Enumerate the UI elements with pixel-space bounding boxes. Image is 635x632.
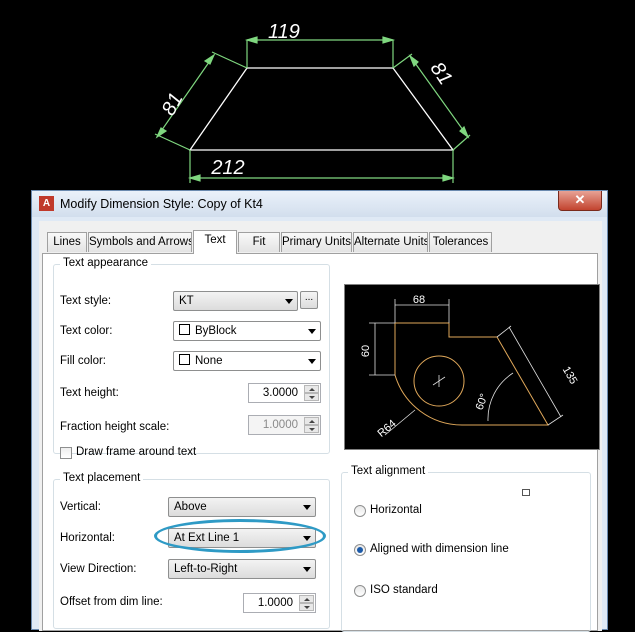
radio-iso-standard[interactable] [354, 585, 366, 597]
text-tab-panel: Text appearance Text style: KT ... Text … [42, 253, 600, 632]
spin-down-icon[interactable] [304, 425, 319, 433]
offset-value: 1.0000 [257, 597, 293, 609]
dim-text-top: 119 [268, 21, 300, 43]
vertical-value: Above [174, 501, 207, 513]
chevron-down-icon [285, 299, 293, 304]
horizontal-select-highlight-annotation [154, 519, 326, 553]
offset-spinner[interactable]: 1.0000 [243, 593, 316, 613]
draw-frame-checkbox[interactable] [60, 447, 72, 459]
restore-icon [522, 489, 530, 496]
vertical-select[interactable]: Above [168, 497, 316, 517]
chevron-down-icon [303, 505, 311, 510]
chevron-down-icon [308, 359, 316, 364]
trapezoid-outline [188, 67, 455, 151]
dialog-title: Modify Dimension Style: Copy of Kt4 [60, 197, 263, 211]
preview-dim-135: 135 [560, 365, 580, 387]
view-direction-select[interactable]: Left-to-Right [168, 559, 316, 579]
text-color-select[interactable]: ByBlock [173, 321, 321, 341]
text-style-value: KT [179, 295, 194, 307]
preview-pane: 68 60 135 60° R64 [344, 284, 600, 450]
tab-alternate-units[interactable]: Alternate Units [353, 232, 428, 252]
preview-dim-60-degrees: 60° [474, 392, 491, 412]
text-height-label: Text height: [60, 387, 119, 399]
spin-up-icon[interactable] [304, 417, 319, 425]
radio-iso-label: ISO standard [370, 584, 438, 596]
text-height-value: 3.0000 [262, 387, 298, 399]
fraction-height-scale-label: Fraction height scale: [60, 421, 170, 433]
modify-dimension-style-dialog: A Modify Dimension Style: Copy of Kt4 ✕ … [31, 190, 608, 632]
text-placement-title: Text placement [60, 472, 144, 484]
chevron-down-icon [308, 329, 316, 334]
radio-aligned-label: Aligned with dimension line [370, 543, 509, 555]
offset-label: Offset from dim line: [60, 596, 163, 608]
text-color-label: Text color: [60, 325, 113, 337]
text-color-value: ByBlock [195, 325, 237, 337]
chevron-down-icon [303, 567, 311, 572]
title-bar[interactable]: A Modify Dimension Style: Copy of Kt4 ✕ [32, 191, 607, 217]
cad-drawing: 119 81 81 212 [154, 21, 471, 183]
tab-fit[interactable]: Fit [238, 232, 280, 252]
autocad-app-icon: A [39, 196, 54, 211]
radio-aligned-with-dimension-line[interactable] [354, 544, 366, 556]
text-alignment-title: Text alignment [348, 465, 429, 477]
spin-down-icon[interactable] [299, 603, 314, 611]
horizontal-label: Horizontal: [60, 532, 115, 544]
close-button[interactable]: ✕ [558, 191, 602, 211]
tab-lines[interactable]: Lines [47, 232, 87, 252]
spin-up-icon[interactable] [304, 385, 319, 393]
preview-dim-68: 68 [413, 294, 425, 306]
radio-horizontal-label: Horizontal [370, 504, 422, 516]
fill-color-select[interactable]: None [173, 351, 321, 371]
fill-color-value: None [195, 355, 223, 367]
text-style-browse-button[interactable]: ... [300, 291, 318, 309]
tab-tolerances[interactable]: Tolerances [429, 232, 492, 252]
tab-text[interactable]: Text [193, 230, 237, 254]
fraction-height-scale-value: 1.0000 [262, 419, 298, 431]
radio-horizontal[interactable] [354, 505, 366, 517]
view-direction-label: View Direction: [60, 563, 137, 575]
color-swatch-icon [179, 324, 190, 335]
dim-text-left: 81 [158, 89, 188, 119]
text-style-select[interactable]: KT [173, 291, 298, 311]
spin-up-icon[interactable] [299, 595, 314, 603]
tab-symbols-and-arrows[interactable]: Symbols and Arrows [88, 232, 192, 252]
fill-color-label: Fill color: [60, 355, 107, 367]
fraction-height-scale-spinner[interactable]: 1.0000 [248, 415, 321, 435]
dim-text-bottom: 212 [210, 157, 244, 179]
draw-frame-label: Draw frame around text [76, 446, 197, 458]
preview-dim-60: 60 [360, 345, 372, 357]
color-swatch-icon [179, 354, 190, 365]
text-appearance-title: Text appearance [60, 257, 152, 269]
view-direction-value: Left-to-Right [174, 563, 238, 575]
preview-shape-outline [394, 322, 549, 426]
text-height-spinner[interactable]: 3.0000 [248, 383, 321, 403]
tab-primary-units[interactable]: Primary Units [281, 232, 352, 252]
spin-down-icon[interactable] [304, 393, 319, 401]
text-style-label: Text style: [60, 295, 112, 307]
preview-dim-r64: R64 [375, 418, 398, 440]
vertical-label: Vertical: [60, 501, 101, 513]
dialog-client-area: Lines Symbols and Arrows Text Fit Primar… [39, 221, 602, 632]
